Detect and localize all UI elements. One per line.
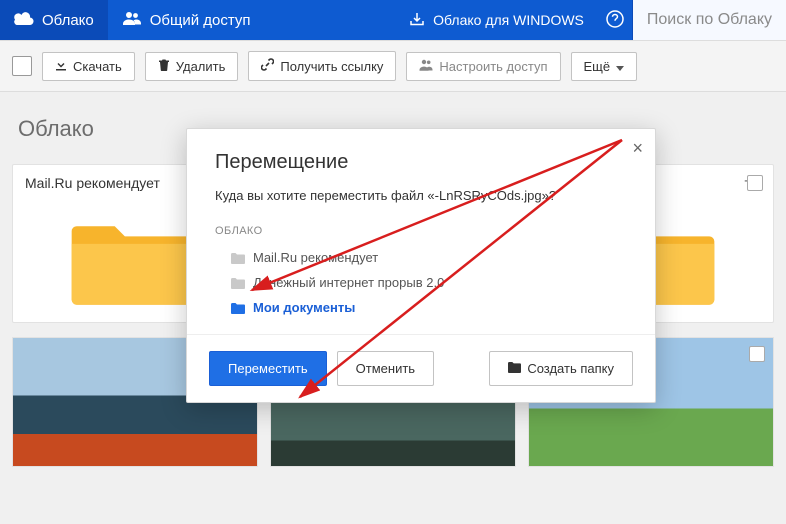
modal-footer: Переместить Отменить Создать папку [187, 334, 655, 402]
modal-overlay: × Перемещение Куда вы хотите переместить… [0, 0, 786, 524]
cancel-button[interactable]: Отменить [337, 351, 434, 386]
move-button[interactable]: Переместить [209, 351, 327, 386]
folder-small-icon [231, 302, 245, 313]
tree-root-label: ОБЛАКО [215, 225, 627, 237]
tree-item[interactable]: Денежный интернет прорыв 2.0 [215, 270, 627, 295]
modal-description: Куда вы хотите переместить файл «-LnRSRy… [215, 188, 627, 203]
folder-small-icon [231, 277, 245, 288]
folder-add-icon [508, 361, 521, 376]
create-folder-label: Создать папку [527, 361, 614, 376]
modal-close-button[interactable]: × [632, 139, 643, 157]
cancel-button-label: Отменить [356, 361, 415, 376]
tree-item-label: Mail.Ru рекомендует [253, 250, 378, 265]
folder-tree: Mail.Ru рекомендует Денежный интернет пр… [215, 245, 627, 320]
move-modal: × Перемещение Куда вы хотите переместить… [186, 128, 656, 403]
tree-item-label: Денежный интернет прорыв 2.0 [253, 275, 444, 290]
folder-small-icon [231, 252, 245, 263]
create-folder-button[interactable]: Создать папку [489, 351, 633, 386]
modal-title: Перемещение [215, 151, 627, 174]
tree-item-selected[interactable]: Мои документы [215, 295, 627, 320]
tree-item[interactable]: Mail.Ru рекомендует [215, 245, 627, 270]
move-button-label: Переместить [228, 361, 308, 376]
tree-item-label: Мои документы [253, 300, 355, 315]
close-icon: × [632, 138, 643, 158]
